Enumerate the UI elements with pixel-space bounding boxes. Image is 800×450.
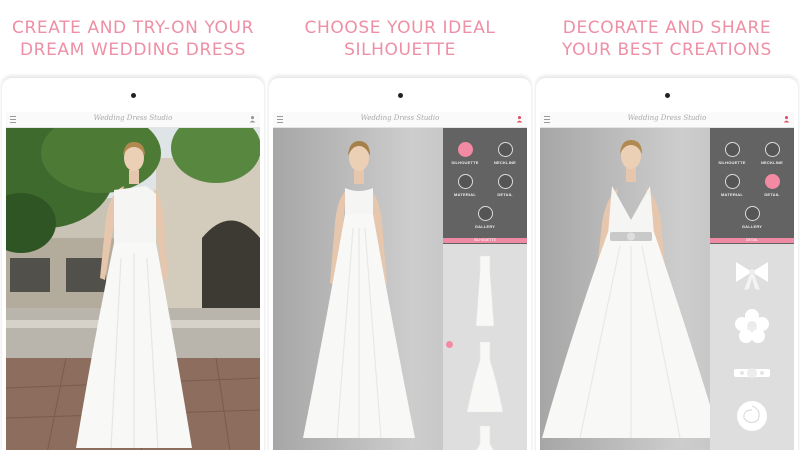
- model-wearing-dress: [303, 141, 415, 439]
- material-icon: [724, 174, 740, 189]
- list-item[interactable]: [710, 358, 794, 388]
- neckline-icon: [764, 142, 780, 157]
- photo-background-stage: [6, 112, 260, 450]
- list-item[interactable]: [710, 254, 794, 294]
- bow-detail: [736, 262, 768, 290]
- screenshot-panel-try-on: CREATE AND TRY-ON YOUR DREAM WEDDING DRE…: [0, 0, 266, 450]
- model-wearing-dress: [76, 142, 192, 449]
- tablet-device: Wedding Dress Studio: [2, 78, 264, 450]
- gallery-icon: [744, 206, 760, 221]
- flower-detail: [735, 309, 769, 343]
- list-item[interactable]: [710, 306, 794, 346]
- section-header: DETAIL: [710, 238, 794, 243]
- list-item[interactable]: [710, 396, 794, 436]
- app-bar: Wedding Dress Studio: [6, 112, 260, 128]
- app-title: Wedding Dress Studio: [627, 114, 707, 122]
- panel-headline: CREATE AND TRY-ON YOUR DREAM WEDDING DRE…: [12, 18, 254, 60]
- model-wearing-dress: [542, 140, 710, 439]
- detail-list: [710, 244, 794, 450]
- app-screen: Wedding Dress Studio: [273, 112, 527, 450]
- rose-detail: [737, 401, 767, 431]
- gallery-icon: [477, 206, 493, 221]
- customization-sidebar: SILHOUETTE NECKLINE MATERIAL DETAIL GALL…: [443, 128, 527, 450]
- option-gallery[interactable]: GALLERY: [465, 206, 505, 229]
- option-detail[interactable]: DETAIL: [752, 174, 792, 197]
- list-item[interactable]: [443, 250, 527, 330]
- panel-headline: DECORATE AND SHARE YOUR BEST CREATIONS: [562, 18, 772, 60]
- list-item[interactable]: [443, 420, 527, 450]
- app-title: Wedding Dress Studio: [93, 114, 173, 122]
- camera-dot: [664, 93, 670, 98]
- silhouette-icon: [457, 142, 473, 157]
- silhouette-icon: [724, 142, 740, 157]
- panel-headline: CHOOSE YOUR IDEAL SILHOUETTE: [304, 18, 496, 60]
- silhouette-list: [443, 244, 527, 450]
- user-icon[interactable]: [249, 115, 256, 123]
- app-screen: Wedding Dress Studio: [540, 112, 794, 450]
- screenshot-panel-decorate: DECORATE AND SHARE YOUR BEST CREATIONS W…: [534, 0, 800, 450]
- material-icon: [457, 174, 473, 189]
- option-material[interactable]: MATERIAL: [445, 174, 485, 197]
- app-bar: Wedding Dress Studio: [273, 112, 527, 128]
- studio-stage: SILHOUETTE NECKLINE MATERIAL DETAIL GALL…: [273, 128, 527, 450]
- camera-dot: [397, 93, 403, 98]
- detail-icon: [764, 174, 780, 189]
- app-title: Wedding Dress Studio: [360, 114, 440, 122]
- tablet-device: Wedding Dress Studio: [536, 78, 798, 450]
- a-line-dress-thumbnail: [466, 341, 504, 413]
- section-header: SILHOUETTE: [443, 238, 527, 243]
- user-icon[interactable]: [783, 115, 790, 123]
- selected-check-icon: [446, 341, 453, 348]
- option-silhouette[interactable]: SILHOUETTE: [712, 142, 752, 165]
- option-material[interactable]: MATERIAL: [712, 174, 752, 197]
- option-silhouette[interactable]: SILHOUETTE: [445, 142, 485, 165]
- customization-sidebar: SILHOUETTE NECKLINE MATERIAL DETAIL GALL…: [710, 128, 794, 450]
- neckline-icon: [497, 142, 513, 157]
- app-bar: Wedding Dress Studio: [540, 112, 794, 128]
- option-neckline[interactable]: NECKLINE: [485, 142, 525, 165]
- option-detail[interactable]: DETAIL: [485, 174, 525, 197]
- detail-icon: [497, 174, 513, 189]
- screenshot-panel-silhouette: CHOOSE YOUR IDEAL SILHOUETTE Wedding Dre…: [267, 0, 533, 450]
- option-neckline[interactable]: NECKLINE: [752, 142, 792, 165]
- ballgown-dress-thumbnail: [476, 425, 494, 450]
- tablet-device: Wedding Dress Studio: [269, 78, 531, 450]
- option-gallery[interactable]: GALLERY: [732, 206, 772, 229]
- app-screen: Wedding Dress Studio: [6, 112, 260, 450]
- sheath-dress-thumbnail: [475, 255, 495, 327]
- camera-dot: [130, 93, 136, 98]
- brooch-belt-detail: [734, 368, 770, 378]
- user-icon[interactable]: [516, 115, 523, 123]
- studio-stage: SILHOUETTE NECKLINE MATERIAL DETAIL GALL…: [540, 128, 794, 450]
- list-item[interactable]: [443, 336, 527, 416]
